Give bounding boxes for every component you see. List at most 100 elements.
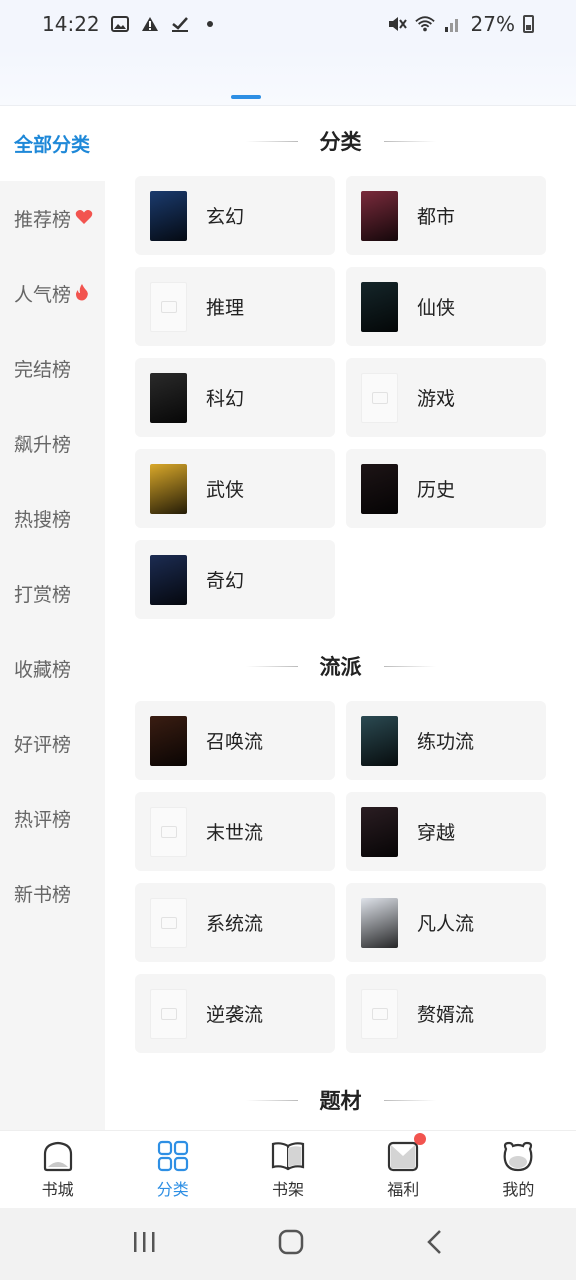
category-card[interactable]: 逆袭流	[135, 974, 335, 1053]
category-label: 科幻	[206, 388, 245, 410]
home-button-icon[interactable]	[278, 1229, 304, 1259]
battery-icon	[523, 15, 534, 33]
image-placeholder-icon	[150, 806, 187, 857]
nav-bookshelf[interactable]: 书架	[230, 1131, 345, 1208]
sidebar-item-label: 好评榜	[14, 734, 72, 756]
image-placeholder-icon	[150, 988, 187, 1039]
category-card[interactable]: 赘婿流	[346, 974, 546, 1053]
category-label: 逆袭流	[206, 1004, 264, 1026]
sidebar-item[interactable]: 人气榜	[0, 256, 105, 331]
category-card[interactable]: 历史	[346, 449, 546, 528]
book-cover-thumbnail	[150, 554, 187, 605]
bookshelf-icon	[271, 1139, 305, 1173]
image-placeholder-icon	[150, 897, 187, 948]
sidebar-item[interactable]: 推荐榜	[0, 181, 105, 256]
category-label: 穿越	[417, 822, 456, 844]
category-label: 游戏	[417, 388, 456, 410]
image-placeholder-icon	[361, 988, 398, 1039]
book-cover-thumbnail	[150, 190, 187, 241]
divider	[245, 140, 298, 142]
sidebar-item-label: 人气榜	[14, 284, 72, 306]
nav-profile[interactable]: 我的	[461, 1131, 576, 1208]
category-label: 末世流	[206, 822, 264, 844]
sidebar-item-label: 完结榜	[14, 359, 72, 381]
sidebar-item[interactable]: 收藏榜	[0, 631, 105, 706]
section-title: 分类	[105, 106, 576, 176]
nav-label: 福利	[387, 1180, 420, 1199]
book-cover-thumbnail	[361, 897, 398, 948]
nav-label: 我的	[502, 1180, 535, 1199]
back-icon[interactable]	[425, 1229, 445, 1259]
nav-label: 分类	[156, 1180, 189, 1199]
mute-icon	[387, 14, 407, 34]
ranking-sidebar: 全部分类推荐榜人气榜完结榜飙升榜热搜榜 打赏榜收藏榜好评榜热评榜新书榜	[0, 106, 105, 1130]
category-card[interactable]: 系统流	[135, 883, 335, 962]
category-card[interactable]: 仙侠	[346, 267, 546, 346]
category-card[interactable]: 奇幻	[135, 540, 335, 619]
category-content: 分类玄幻 都市推理 仙侠科幻 游戏武侠 历史奇幻流派召唤流 练功流末世流 穿越系统流 凡人流逆…	[105, 106, 576, 1130]
nav-label: 书城	[41, 1180, 74, 1199]
category-label: 奇幻	[206, 570, 245, 592]
recent-apps-icon[interactable]	[131, 1230, 157, 1258]
category-card[interactable]: 都市	[346, 176, 546, 255]
category-label: 推理	[206, 297, 245, 319]
book-cover-thumbnail	[361, 281, 398, 332]
divider	[245, 1099, 298, 1101]
category-card[interactable]: 凡人流	[346, 883, 546, 962]
image-placeholder-icon	[150, 281, 187, 332]
divider	[383, 665, 436, 667]
category-label: 凡人流	[417, 913, 475, 935]
nav-label: 书架	[272, 1180, 305, 1199]
nav-category[interactable]: 分类	[115, 1131, 230, 1208]
fire-icon	[75, 283, 89, 304]
sidebar-item-label: 收藏榜	[14, 659, 72, 681]
gift-envelope-icon	[386, 1133, 427, 1173]
category-card[interactable]: 练功流	[346, 701, 546, 780]
category-card[interactable]: 穿越	[346, 792, 546, 871]
battery-percent: 27%	[470, 12, 515, 36]
sidebar-item[interactable]: 飙升榜	[0, 406, 105, 481]
sidebar-item[interactable]: 热搜榜	[0, 481, 105, 556]
category-card[interactable]: 末世流	[135, 792, 335, 871]
sidebar-item[interactable]: 新书榜	[0, 856, 105, 931]
category-label: 都市	[417, 206, 456, 228]
warning-icon	[140, 14, 160, 34]
sidebar-item[interactable]: 热评榜	[0, 781, 105, 856]
book-cover-thumbnail	[361, 806, 398, 857]
status-time: 14:22	[42, 12, 100, 36]
home-icon	[41, 1139, 75, 1173]
tab-indicator	[231, 95, 261, 99]
system-navigation	[0, 1208, 576, 1280]
sidebar-item-label: 飙升榜	[14, 434, 72, 456]
sidebar-item-label: 全部分类	[14, 134, 91, 156]
nav-welfare[interactable]: 福利	[346, 1131, 461, 1208]
profile-icon	[501, 1139, 535, 1173]
section-title: 流派	[105, 631, 576, 701]
category-grid: 召唤流 练功流末世流 穿越系统流 凡人流逆袭流 赘婿流	[105, 701, 576, 1053]
nav-bookstore[interactable]: 书城	[0, 1131, 115, 1208]
heart-icon	[75, 209, 93, 228]
category-card[interactable]: 玄幻	[135, 176, 335, 255]
sidebar-item[interactable]: 打赏榜	[0, 556, 105, 631]
category-label: 练功流	[417, 731, 475, 753]
sidebar-item-label: 热评榜	[14, 809, 72, 831]
book-cover-thumbnail	[361, 463, 398, 514]
sidebar-item[interactable]: 全部分类	[0, 106, 105, 181]
category-label: 系统流	[206, 913, 264, 935]
category-card[interactable]: 游戏	[346, 358, 546, 437]
sidebar-item[interactable]: 完结榜	[0, 331, 105, 406]
category-card[interactable]: 推理	[135, 267, 335, 346]
sidebar-item[interactable]: 好评榜	[0, 706, 105, 781]
divider	[383, 1099, 436, 1101]
book-cover-thumbnail	[361, 715, 398, 766]
category-card[interactable]: 科幻	[135, 358, 335, 437]
top-header	[0, 48, 576, 106]
image-placeholder-icon	[361, 372, 398, 423]
category-card[interactable]: 武侠	[135, 449, 335, 528]
wifi-icon	[414, 14, 435, 34]
section-title-text: 流派	[319, 655, 362, 679]
section-title: 题材	[105, 1065, 576, 1130]
signal-icon	[443, 14, 463, 34]
category-label: 玄幻	[206, 206, 245, 228]
category-card[interactable]: 召唤流	[135, 701, 335, 780]
